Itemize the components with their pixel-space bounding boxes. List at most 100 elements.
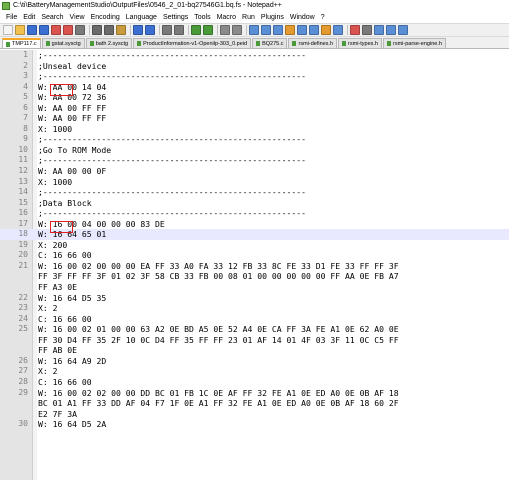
menu-file[interactable]: File [3,14,20,21]
stop-macro-icon[interactable] [362,25,372,35]
sync-h-icon[interactable] [232,25,242,35]
redo-icon[interactable] [145,25,155,35]
code-line[interactable]: 22 W: 16 64 D5 35 [0,293,509,304]
replace-icon[interactable] [174,25,184,35]
run-macro-icon[interactable] [386,25,396,35]
line-text: C: 16 66 00 [38,313,92,324]
undo-icon[interactable] [133,25,143,35]
code-line[interactable]: 8 X: 1000 [0,124,509,135]
editor-pane[interactable]: 1 ;--------------------------------------… [0,50,509,480]
menu-tools[interactable]: Tools [191,14,213,21]
file-saved-icon [386,41,391,46]
code-line[interactable]: 14 ;-------------------------------------… [0,187,509,198]
code-line[interactable]: 12 W: AA 00 00 0F [0,166,509,177]
zoom-out-icon[interactable] [203,25,213,35]
code-line[interactable]: 3 ;--------------------------------------… [0,71,509,82]
code-line[interactable]: 2 ;Unseal device [0,61,509,72]
menu-language[interactable]: Language [123,14,160,21]
code-line[interactable]: 1 ;--------------------------------------… [0,50,509,61]
file-tab[interactable]: rsmi-types.h [338,38,382,48]
print-icon[interactable] [75,25,85,35]
save-all-icon[interactable] [39,25,49,35]
code-line[interactable]: 6 W: AA 00 FF FF [0,103,509,114]
line-text: FF A3 0E [38,282,77,293]
file-tab[interactable]: bath 2.sysctg [85,38,133,48]
menu-plugins[interactable]: Plugins [258,14,287,21]
code-line[interactable]: 15 ;Data Block [0,198,509,209]
monitoring-icon[interactable] [333,25,343,35]
code-line[interactable]: 26 W: 16 64 A9 2D [0,356,509,367]
code-line[interactable]: BC 01 A1 FF 33 DD AF 04 F7 1F 0E A1 FF 3… [0,398,509,409]
code-line[interactable]: 23 X: 2 [0,303,509,314]
file-tab[interactable]: rsmi-parse-engine.h [382,38,446,48]
line-text: ;---------------------------------------… [38,50,307,60]
find-icon[interactable] [162,25,172,35]
cut-icon[interactable] [92,25,102,35]
udl-icon[interactable] [285,25,295,35]
line-text: W: 16 64 65 01 [38,229,107,240]
code-line[interactable]: 19 X: 200 [0,240,509,251]
all-chars-icon[interactable] [261,25,271,35]
sync-v-icon[interactable] [220,25,230,35]
code-line[interactable]: 13 X: 1000 [0,177,509,188]
copy-icon[interactable] [104,25,114,35]
code-line[interactable]: 10 ;Go To ROM Mode [0,145,509,156]
save-icon[interactable] [27,25,37,35]
editor-lines: 1 ;--------------------------------------… [0,50,509,430]
folder-workspace-icon[interactable] [321,25,331,35]
code-line[interactable]: 7 W: AA 00 FF FF [0,113,509,124]
code-line[interactable]: FF 30 D4 FF 35 2F 10 0C D4 FF 35 FF FF 2… [0,335,509,346]
toolbar-separator [159,25,160,35]
menu-window[interactable]: Window [287,14,318,21]
code-line[interactable]: 25 W: 16 00 02 01 00 00 63 A2 0E BD A5 0E… [0,324,509,335]
file-tab[interactable]: rsmi-defines.h [288,38,338,48]
zoom-in-icon[interactable] [191,25,201,35]
file-tab[interactable]: BQ275.c [252,38,288,48]
menu-settings[interactable]: Settings [160,14,191,21]
code-line[interactable]: 28 C: 16 66 00 [0,377,509,388]
line-number: 17 [18,218,28,228]
code-line[interactable]: 5 W: AA 00 72 36 [0,92,509,103]
code-line[interactable]: 29 W: 16 00 02 02 00 00 DD BC 01 FB 1C 0E… [0,388,509,399]
menu-run[interactable]: Run [239,14,258,21]
word-wrap-icon[interactable] [249,25,259,35]
indent-guide-icon[interactable] [273,25,283,35]
menu-edit[interactable]: Edit [20,14,38,21]
code-line[interactable]: FF A3 0E [0,282,509,293]
menu-encoding[interactable]: Encoding [88,14,123,21]
code-line[interactable]: 9 ;--------------------------------------… [0,134,509,145]
menu-search[interactable]: Search [38,14,66,21]
file-tab[interactable]: gstat.sysctg [41,38,85,48]
code-line[interactable]: 17 W: 16 00 04 00 00 00 83 DE [0,219,509,230]
record-macro-icon[interactable] [350,25,360,35]
menu-view[interactable]: View [67,14,88,21]
menu-help[interactable]: ? [318,14,328,21]
code-line[interactable]: 16 ;-------------------------------------… [0,208,509,219]
code-line[interactable]: FF 3F FF FF 3F 01 02 3F 58 CB 33 FB 00 0… [0,271,509,282]
code-line[interactable]: 24 C: 16 66 00 [0,314,509,325]
close-all-icon[interactable] [63,25,73,35]
file-tab[interactable]: ProductInformation-v1-Openilp-303_0.peid [133,38,252,48]
menu-macro[interactable]: Macro [214,14,239,21]
code-line[interactable]: 4 W: AA 00 14 04 [0,82,509,93]
code-line[interactable]: 11 ;-------------------------------------… [0,155,509,166]
close-icon[interactable] [51,25,61,35]
line-number: 19 [18,239,28,249]
code-line[interactable]: 20 C: 16 66 00 [0,250,509,261]
code-line[interactable]: 30 W: 16 64 D5 2A [0,419,509,430]
save-macro-icon[interactable] [398,25,408,35]
code-line[interactable]: 18 W: 16 64 65 01 [0,229,509,240]
code-line[interactable]: E2 7F 3A [0,409,509,420]
function-list-icon[interactable] [309,25,319,35]
code-line[interactable]: FF AB 0E [0,345,509,356]
code-line[interactable]: 21 W: 16 00 02 00 00 00 EA FF 33 A0 FA 33… [0,261,509,272]
line-text: W: 16 00 02 00 00 00 EA FF 33 A0 FA 33 1… [38,260,399,271]
doc-map-icon[interactable] [297,25,307,35]
open-file-icon[interactable] [15,25,25,35]
line-number: 13 [18,176,28,186]
new-file-icon[interactable] [3,25,13,35]
paste-icon[interactable] [116,25,126,35]
code-line[interactable]: 27 X: 2 [0,366,509,377]
play-macro-icon[interactable] [374,25,384,35]
file-tab[interactable]: TMP117.c [2,38,41,48]
